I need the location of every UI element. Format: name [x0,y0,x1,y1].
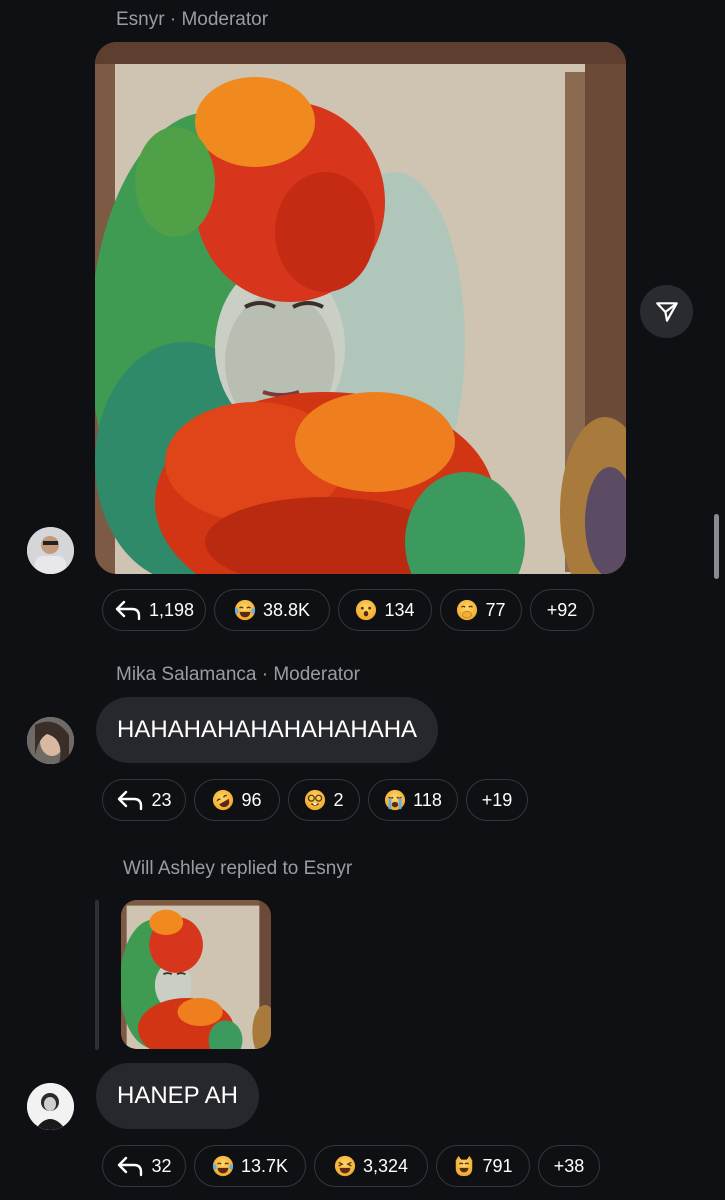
more-reactions-button[interactable]: +92 [530,589,594,631]
more-reactions-button[interactable]: +38 [538,1145,600,1187]
tears-of-joy-emoji [212,1155,234,1177]
reaction-loudly-crying[interactable]: 118 [368,779,458,821]
reaction-squinting-laugh[interactable]: 3,324 [314,1145,428,1187]
reply-count: 23 [151,789,172,810]
avatar-image-esnyr [27,527,74,574]
avatar-image-mika [27,717,74,764]
message-text: HAHAHAHAHAHAHAHAHA [117,716,418,743]
chat-thread: Esnyr · Moderator 1,198 38.8K 134 77 +92… [0,0,725,1200]
reply-context-label[interactable]: Will Ashley replied to Esnyr [123,858,352,880]
reaction-count: 2 [333,789,344,810]
reaction-rofl[interactable]: 96 [194,779,280,821]
reaction-count: 791 [482,1155,513,1176]
reaction-count: 77 [485,599,506,620]
loudly-crying-emoji [385,789,406,811]
squinting-laugh-emoji [334,1155,356,1177]
reaction-nerd[interactable]: 2 [288,779,360,821]
avatar-image-will-ashley [27,1083,74,1130]
hand-over-mouth-emoji [457,599,478,621]
reaction-count: 118 [413,789,442,810]
more-reactions-count: +19 [481,789,513,810]
reply-icon [118,790,143,811]
author-line-esnyr[interactable]: Esnyr · Moderator [116,9,268,31]
tears-of-joy-emoji [234,599,256,621]
quote-bar [95,900,99,1050]
share-button[interactable] [640,285,693,338]
reply-count: 1,198 [148,599,195,620]
message-bubble[interactable]: HAHAHAHAHAHAHAHAHA [96,697,439,763]
quoted-image-thumbnail[interactable] [121,900,271,1049]
avatar-esnyr[interactable] [27,527,74,574]
reply-icon [115,600,141,621]
rofl-emoji [213,789,234,811]
scrollbar-thumb[interactable] [714,514,719,579]
reply-icon [118,1156,143,1177]
avatar-will-ashley[interactable] [27,1083,74,1130]
more-reactions-button[interactable]: +19 [466,779,528,821]
feather-costume-photo-thumbnail [121,900,271,1049]
reaction-tears-of-joy[interactable]: 13.7K [194,1145,306,1187]
reply-count: 32 [151,1155,172,1176]
reaction-count: 38.8K [262,599,311,620]
reaction-count: 96 [241,789,262,810]
image-attachment[interactable] [95,42,626,574]
reply-count-button[interactable]: 23 [102,779,186,821]
nerd-emoji [305,789,326,811]
reaction-astonished[interactable]: 134 [338,589,432,631]
more-reactions-count: +38 [553,1155,585,1176]
message-text: HANEP AH [117,1082,238,1109]
reaction-count: 3,324 [362,1155,409,1176]
feather-costume-photo [95,42,626,574]
avatar-mika[interactable] [27,717,74,764]
reply-count-button[interactable]: 32 [102,1145,186,1187]
message-bubble[interactable]: HANEP AH [96,1063,259,1129]
reaction-hand-over-mouth[interactable]: 77 [440,589,522,631]
more-reactions-count: +92 [546,599,578,620]
reaction-tears-of-joy[interactable]: 38.8K [214,589,330,631]
astonished-emoji [356,599,377,621]
reaction-grinning-cat[interactable]: 791 [436,1145,530,1187]
reply-count-button[interactable]: 1,198 [102,589,206,631]
grinning-cat-emoji [456,1155,473,1177]
author-line-mika[interactable]: Mika Salamanca · Moderator [116,664,360,686]
reaction-count: 13.7K [240,1155,289,1176]
reaction-count: 134 [384,599,415,620]
paper-plane-icon [655,301,678,322]
